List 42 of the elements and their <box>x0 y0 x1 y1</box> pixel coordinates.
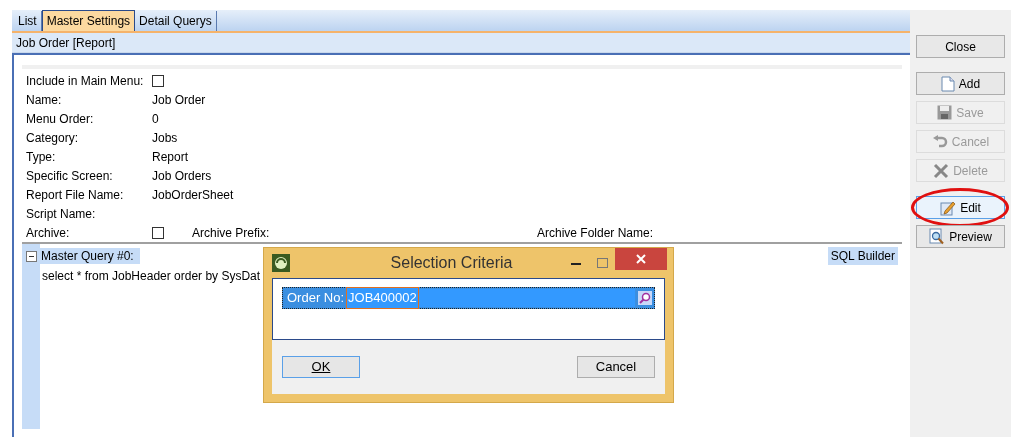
app-logo-icon <box>272 254 290 272</box>
field-label: Menu Order: <box>26 110 95 128</box>
action-button[interactable]: Add <box>916 72 1005 95</box>
section-title: Job Order [Report] <box>16 34 116 52</box>
tab[interactable]: List <box>14 11 42 31</box>
collapse-toggle-icon[interactable] <box>26 250 37 262</box>
field-value: 0 <box>152 110 159 128</box>
query-title: Master Query #0: <box>41 248 134 265</box>
magnifier-icon <box>929 228 946 245</box>
lookup-magnifier-icon[interactable] <box>638 291 652 305</box>
undo-arrow-icon <box>931 134 948 149</box>
checkbox[interactable] <box>152 74 164 87</box>
field-label: Archive: <box>26 224 71 242</box>
field-label: Include in Main Menu: <box>26 72 145 90</box>
field-label: Report File Name: <box>26 186 125 204</box>
cross-icon <box>933 162 950 179</box>
ok-button[interactable]: OK <box>282 356 360 378</box>
tab[interactable]: Detail Querys <box>135 11 217 31</box>
cancel-button[interactable]: Cancel <box>577 356 655 378</box>
pencil-icon <box>940 199 957 216</box>
field-label: Specific Screen: <box>26 167 114 185</box>
field-label: Archive Prefix: <box>192 224 271 242</box>
field-label: Category: <box>26 129 80 147</box>
field-value: JobOrderSheet <box>152 186 234 204</box>
field-label: Script Name: <box>26 205 97 223</box>
tab[interactable]: Master Settings <box>41 10 136 31</box>
dialog-title: Selection Criteria <box>389 253 514 273</box>
page-icon <box>940 75 955 92</box>
query-text: select * from JobHeader order by SysDat <box>41 268 262 285</box>
sql-builder-link[interactable]: SQL Builder <box>827 247 898 265</box>
action-button[interactable]: Edit <box>916 196 1005 219</box>
checkbox[interactable] <box>152 226 164 239</box>
field-value: Jobs <box>152 129 178 147</box>
field-label: Type: <box>26 148 57 166</box>
close-icon[interactable] <box>615 248 667 270</box>
action-button[interactable]: Preview <box>916 225 1005 248</box>
field-value: Job Orders <box>152 167 212 185</box>
field-label: Name: <box>26 91 63 109</box>
action-button[interactable]: Close <box>916 35 1005 58</box>
field-value: Report <box>152 148 189 166</box>
field-value: Job Order <box>152 91 206 109</box>
field-label: Archive Folder Name: <box>537 224 654 242</box>
